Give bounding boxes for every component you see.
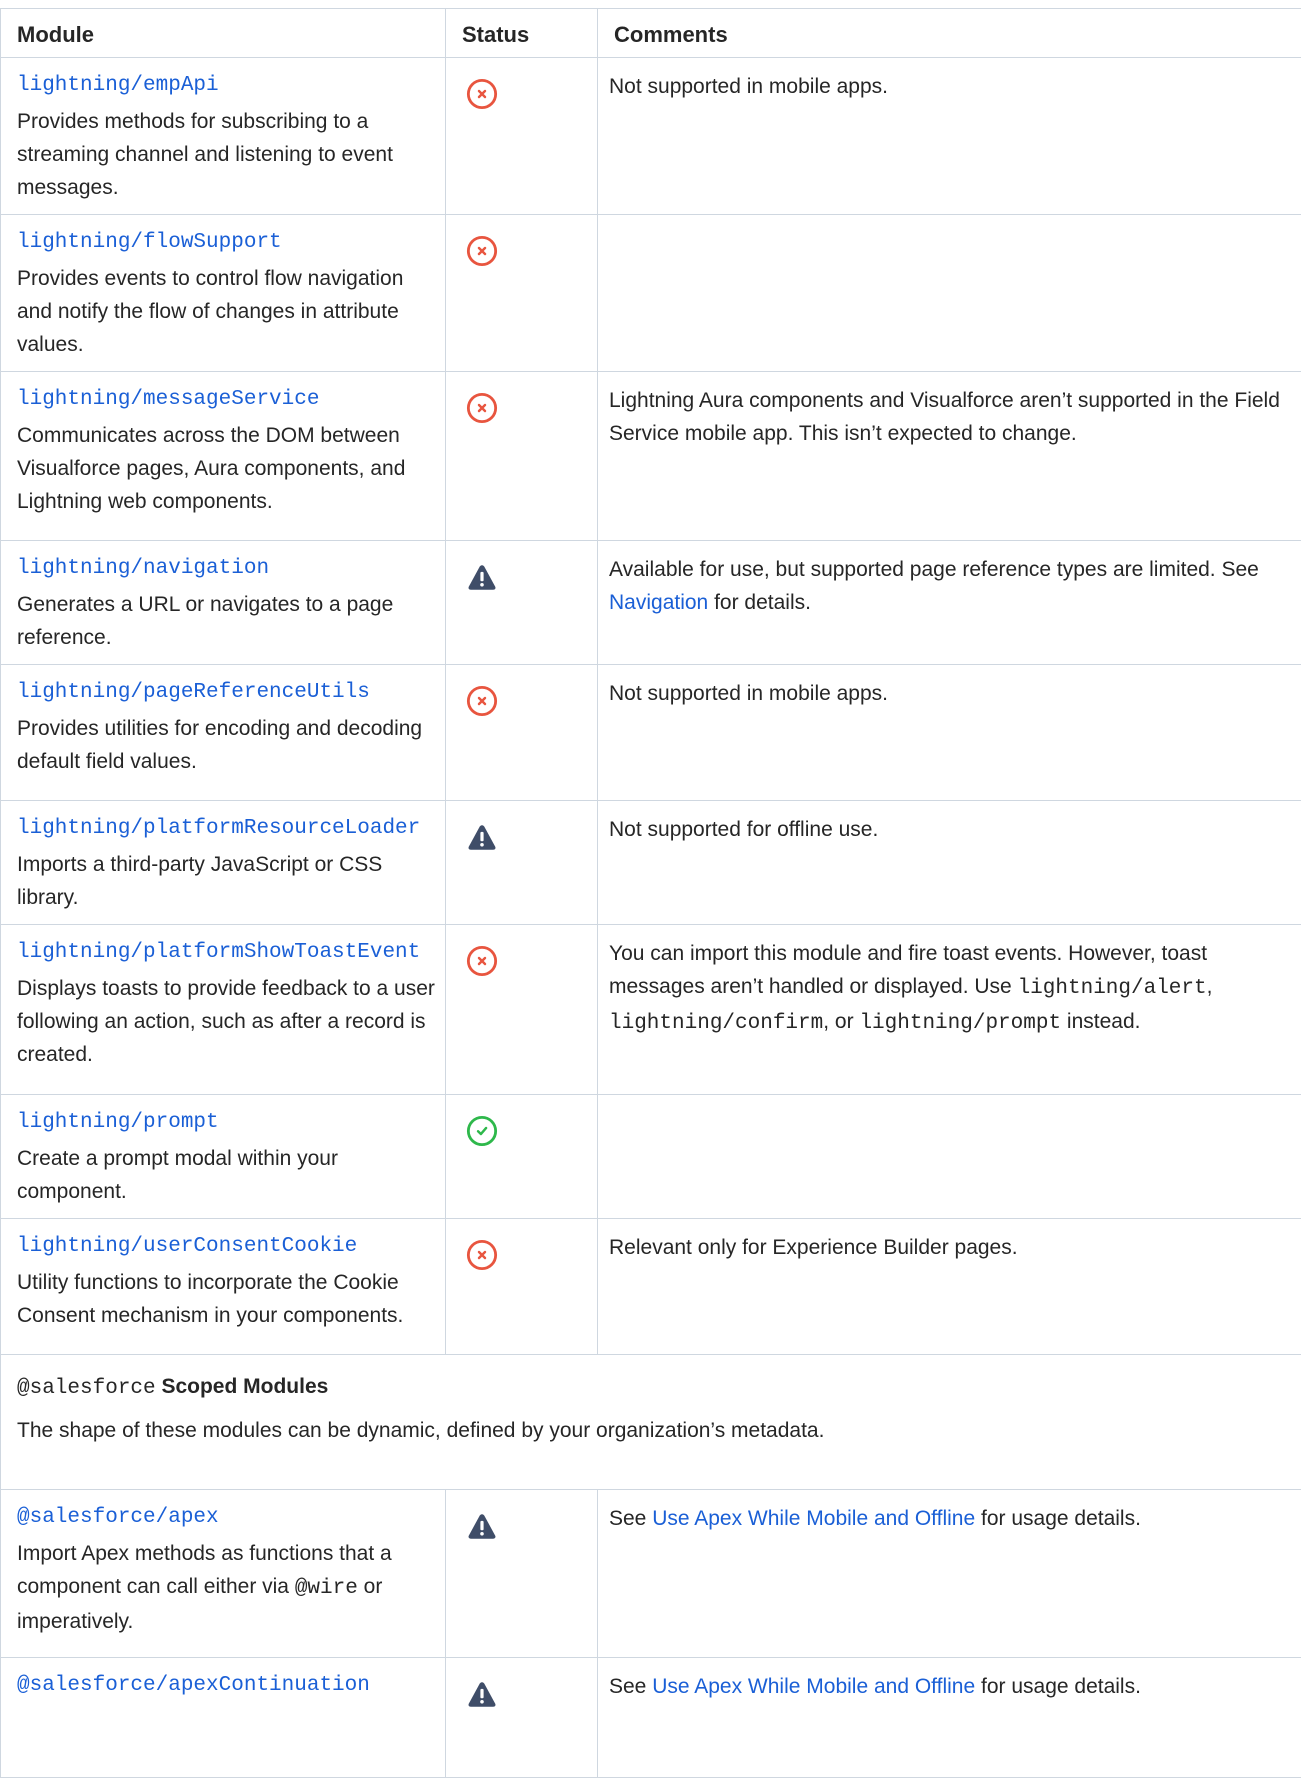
comment-cell (598, 1095, 1301, 1219)
comment-text: for usage details. (975, 1507, 1141, 1530)
header-status: Status (446, 9, 598, 58)
module-cell: lightning/empApi Provides methods for su… (1, 58, 446, 215)
comment-text: for usage details. (975, 1675, 1141, 1698)
comment-text: See (609, 1507, 652, 1530)
warning-icon (466, 561, 597, 593)
warning-icon (466, 1510, 597, 1542)
module-link[interactable]: lightning/userConsentCookie (17, 1235, 437, 1258)
module-description: Displays toasts to provide feedback to a… (17, 972, 437, 1071)
module-link[interactable]: lightning/platformShowToastEvent (17, 941, 437, 964)
status-cell (446, 1095, 598, 1219)
code-prompt: lightning/prompt (859, 1012, 1061, 1035)
module-link[interactable]: lightning/empApi (17, 74, 437, 97)
module-cell: lightning/flowSupport Provides events to… (1, 215, 446, 372)
module-cell: lightning/prompt Create a prompt modal w… (1, 1095, 446, 1219)
status-cell (446, 925, 598, 1095)
module-cell: lightning/platformShowToastEvent Display… (1, 925, 446, 1095)
module-cell: lightning/userConsentCookie Utility func… (1, 1219, 446, 1355)
code-alert: lightning/alert (1018, 977, 1207, 1000)
table-row: @salesforce/apex Import Apex methods as … (1, 1490, 1301, 1658)
status-cell (446, 665, 598, 801)
status-cell (446, 58, 598, 215)
unsupported-icon (466, 685, 597, 717)
module-description: Generates a URL or navigates to a page r… (17, 588, 437, 654)
module-description: Provides methods for subscribing to a st… (17, 105, 437, 204)
status-cell (446, 541, 598, 665)
module-description: Provides events to control flow navigati… (17, 262, 437, 361)
comment-cell: Not supported for offline use. (598, 801, 1301, 925)
apex-offline-link[interactable]: Use Apex While Mobile and Offline (652, 1675, 975, 1698)
table-header-row: Module Status Comments (1, 9, 1301, 58)
comment-text: See (609, 1675, 652, 1698)
status-cell (446, 1490, 598, 1658)
module-link[interactable]: lightning/prompt (17, 1111, 437, 1134)
table-row: lightning/messageService Communicates ac… (1, 372, 1301, 541)
status-cell (446, 215, 598, 372)
unsupported-icon (466, 392, 597, 424)
unsupported-icon (466, 1239, 597, 1271)
module-cell: lightning/messageService Communicates ac… (1, 372, 446, 541)
section-cell: @salesforce Scoped Modules The shape of … (1, 1355, 1301, 1490)
module-description: Communicates across the DOM between Visu… (17, 419, 437, 518)
table-row: lightning/empApi Provides methods for su… (1, 58, 1301, 215)
module-link[interactable]: lightning/pageReferenceUtils (17, 681, 437, 704)
status-cell (446, 801, 598, 925)
section-description: The shape of these modules can be dynami… (17, 1414, 1285, 1447)
section-code: @salesforce (17, 1377, 156, 1400)
code-confirm: lightning/confirm (609, 1012, 823, 1035)
module-cell: lightning/pageReferenceUtils Provides ut… (1, 665, 446, 801)
module-link[interactable]: @salesforce/apexContinuation (17, 1674, 437, 1697)
comment-cell: Not supported in mobile apps. (598, 58, 1301, 215)
warning-icon (466, 1678, 597, 1710)
unsupported-icon (466, 945, 597, 977)
comment-text: Available for use, but supported page re… (609, 558, 1259, 581)
module-description: Imports a third-party JavaScript or CSS … (17, 848, 437, 914)
table-row: lightning/flowSupport Provides events to… (1, 215, 1301, 372)
module-cell: lightning/platformResourceLoader Imports… (1, 801, 446, 925)
module-link[interactable]: lightning/flowSupport (17, 231, 437, 254)
status-cell (446, 1219, 598, 1355)
comment-cell: Available for use, but supported page re… (598, 541, 1301, 665)
comment-text: instead. (1061, 1010, 1140, 1033)
unsupported-icon (466, 235, 597, 267)
wire-code: @wire (295, 1577, 358, 1600)
module-cell: @salesforce/apex Import Apex methods as … (1, 1490, 446, 1658)
comment-cell: See Use Apex While Mobile and Offline fo… (598, 1490, 1301, 1658)
table-row: lightning/userConsentCookie Utility func… (1, 1219, 1301, 1355)
table-row: lightning/pageReferenceUtils Provides ut… (1, 665, 1301, 801)
apex-offline-link[interactable]: Use Apex While Mobile and Offline (652, 1507, 975, 1530)
supported-icon (466, 1115, 597, 1147)
module-description: Import Apex methods as functions that a … (17, 1537, 437, 1638)
module-description: Create a prompt modal within your compon… (17, 1142, 437, 1208)
module-link[interactable]: @salesforce/apex (17, 1506, 437, 1529)
module-link[interactable]: lightning/messageService (17, 388, 437, 411)
comment-cell: You can import this module and fire toas… (598, 925, 1301, 1095)
status-cell (446, 372, 598, 541)
module-link[interactable]: lightning/navigation (17, 557, 437, 580)
comment-cell: Relevant only for Experience Builder pag… (598, 1219, 1301, 1355)
comment-cell: Lightning Aura components and Visualforc… (598, 372, 1301, 541)
module-support-table: Module Status Comments lightning/empApi … (0, 8, 1301, 1778)
module-description: Provides utilities for encoding and deco… (17, 712, 437, 778)
section-row: @salesforce Scoped Modules The shape of … (1, 1355, 1301, 1490)
comment-text: , (1207, 975, 1213, 998)
warning-icon (466, 821, 597, 853)
table-row: lightning/prompt Create a prompt modal w… (1, 1095, 1301, 1219)
header-comments: Comments (598, 9, 1301, 58)
navigation-link[interactable]: Navigation (609, 591, 708, 614)
module-description: Utility functions to incorporate the Coo… (17, 1266, 437, 1332)
header-module: Module (1, 9, 446, 58)
comment-cell (598, 215, 1301, 372)
module-link[interactable]: lightning/platformResourceLoader (17, 817, 437, 840)
module-cell: lightning/navigation Generates a URL or … (1, 541, 446, 665)
comment-text: , or (823, 1010, 859, 1033)
section-title-text: Scoped Modules (156, 1375, 329, 1398)
comment-cell: Not supported in mobile apps. (598, 665, 1301, 801)
unsupported-icon (466, 78, 597, 110)
table-row: lightning/platformShowToastEvent Display… (1, 925, 1301, 1095)
table-row: lightning/navigation Generates a URL or … (1, 541, 1301, 665)
table-row: lightning/platformResourceLoader Imports… (1, 801, 1301, 925)
section-title: @salesforce Scoped Modules (17, 1375, 1285, 1400)
comment-text: for details. (708, 591, 811, 614)
